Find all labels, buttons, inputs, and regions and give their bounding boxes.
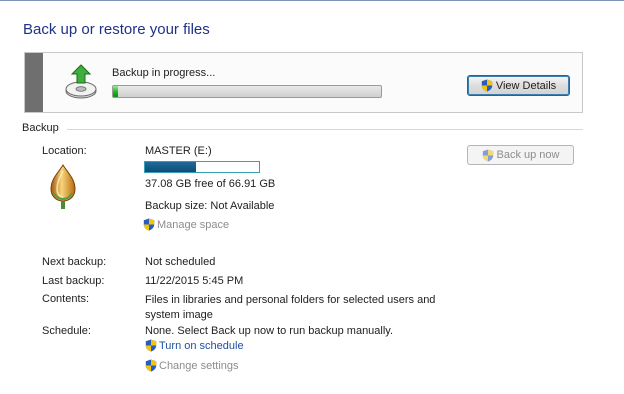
uac-shield-icon <box>143 218 155 231</box>
uac-shield-icon <box>145 359 157 372</box>
view-details-label: View Details <box>495 79 557 92</box>
manage-space-label: Manage space <box>157 218 230 231</box>
backup-size-text: Backup size: Not Available <box>145 200 275 212</box>
panel-side-stripe <box>25 53 43 112</box>
backup-progress-fill <box>113 86 119 97</box>
change-settings-link[interactable]: Change settings <box>145 359 239 372</box>
free-space-text: 37.08 GB free of 66.91 GB <box>145 178 276 190</box>
next-backup-value: Not scheduled <box>145 256 216 268</box>
drive-bulb-icon <box>50 164 76 209</box>
backup-progress-bar <box>112 85 382 98</box>
uac-shield-icon <box>145 339 157 352</box>
back-up-now-label: Back up now <box>496 149 560 161</box>
location-value: MASTER (E:) <box>145 145 212 157</box>
backup-drive-icon <box>65 64 97 99</box>
turn-on-schedule-label: Turn on schedule <box>159 339 244 352</box>
view-details-button[interactable]: View Details <box>467 75 570 96</box>
last-backup-label: Last backup: <box>42 275 105 287</box>
page-title: Back up or restore your files <box>23 21 210 38</box>
schedule-value: None. Select Back up now to run backup m… <box>145 325 394 337</box>
progress-status-text: Backup in progress... <box>112 67 216 79</box>
uac-shield-icon <box>481 79 493 92</box>
contents-label: Contents: <box>42 293 90 305</box>
back-up-now-button[interactable]: Back up now <box>467 145 574 165</box>
section-label-backup: Backup <box>22 122 59 134</box>
section-divider <box>67 129 583 130</box>
next-backup-label: Next backup: <box>42 256 107 268</box>
schedule-label: Schedule: <box>42 325 91 337</box>
disk-capacity-bar <box>144 161 260 173</box>
turn-on-schedule-link[interactable]: Turn on schedule <box>145 339 244 352</box>
contents-value: Files in libraries and personal folders … <box>145 294 436 321</box>
change-settings-label: Change settings <box>159 359 239 372</box>
window-top-border <box>0 0 624 1</box>
disk-capacity-used <box>145 162 197 172</box>
last-backup-value: 11/22/2015 5:45 PM <box>145 275 244 287</box>
location-label: Location: <box>42 145 87 157</box>
uac-shield-icon <box>482 149 493 162</box>
manage-space-link[interactable]: Manage space <box>143 218 229 231</box>
